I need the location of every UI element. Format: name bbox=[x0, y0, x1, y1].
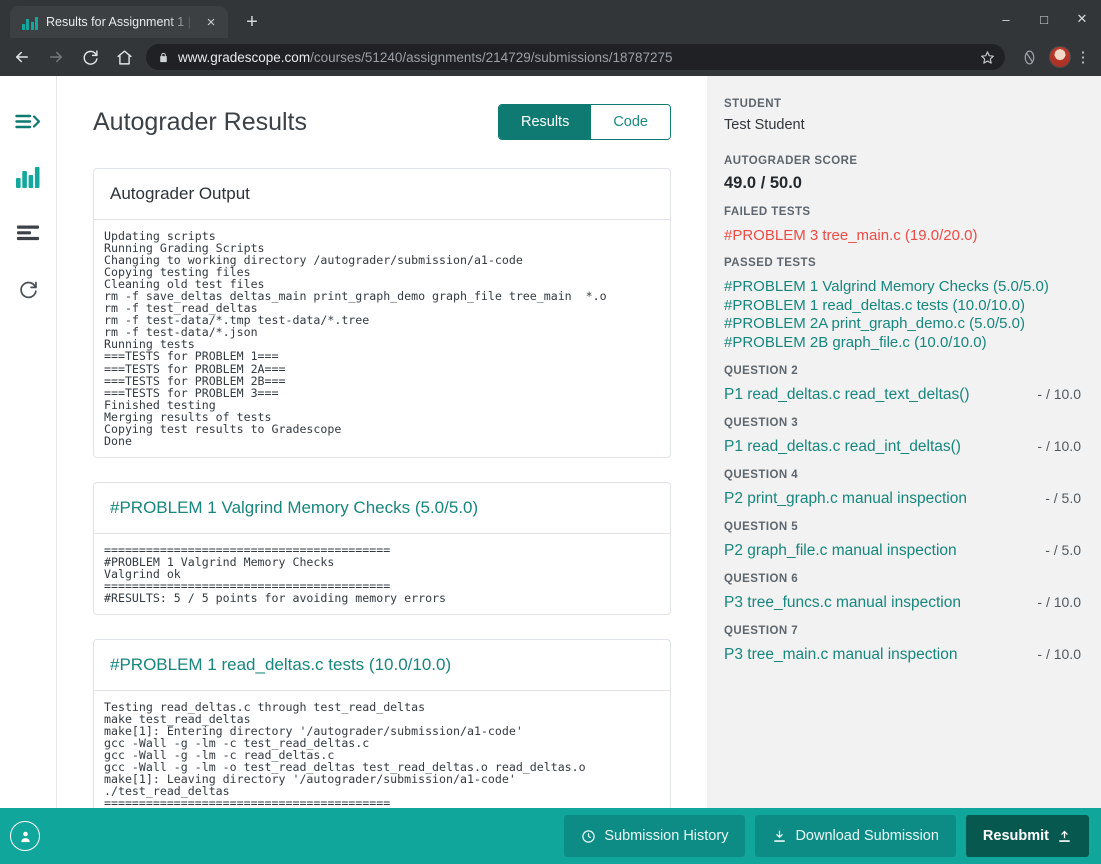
passed-test-item[interactable]: #PROBLEM 2A print_graph_demo.c (5.0/5.0) bbox=[724, 315, 1081, 334]
resubmit-label: Resubmit bbox=[982, 828, 1049, 844]
card-heading[interactable]: #PROBLEM 1 Valgrind Memory Checks (5.0/5… bbox=[94, 483, 670, 534]
question-name: P1 read_deltas.c read_int_deltas() bbox=[724, 438, 961, 455]
view-toggle: Results Code bbox=[497, 104, 671, 140]
question-row[interactable]: P1 read_deltas.c read_text_deltas() - / … bbox=[724, 386, 1081, 404]
window-maximize-button[interactable]: □ bbox=[1025, 0, 1063, 38]
gradescope-bars-icon bbox=[22, 14, 38, 30]
question-label: QUESTION 5 bbox=[724, 521, 799, 533]
autograder-score-value: 49.0 / 50.0 bbox=[724, 174, 802, 192]
main-column: Autograder Results Results Code Autograd… bbox=[57, 76, 707, 864]
content-area: Autograder Results Results Code Autograd… bbox=[57, 76, 1101, 864]
profile-avatar[interactable] bbox=[1049, 46, 1071, 68]
upload-icon bbox=[1057, 829, 1072, 844]
question-label: QUESTION 3 bbox=[724, 417, 799, 429]
back-icon[interactable] bbox=[6, 41, 38, 73]
autograder-output-card: Autograder Output Updating scripts Runni… bbox=[93, 168, 671, 458]
reload-icon[interactable] bbox=[74, 41, 106, 73]
question-label: QUESTION 6 bbox=[724, 573, 799, 585]
download-icon bbox=[772, 829, 787, 844]
address-bar[interactable]: www.gradescope.com/courses/51240/assignm… bbox=[146, 44, 1005, 70]
submission-sidebar: STUDENT Test Student AUTOGRADER SCORE 49… bbox=[707, 76, 1101, 864]
card-body: Updating scripts Running Grading Scripts… bbox=[94, 220, 670, 457]
url-origin: www.gradescope.com bbox=[178, 49, 311, 65]
card-body: ========================================… bbox=[94, 534, 670, 614]
url-path: /courses/51240/assignments/214729/submis… bbox=[310, 49, 673, 65]
lock-icon bbox=[158, 51, 169, 64]
question-points: - / 10.0 bbox=[1037, 438, 1081, 454]
question-name: P1 read_deltas.c read_text_deltas() bbox=[724, 386, 970, 403]
bottom-action-bar: Submission History Download Submission R… bbox=[0, 808, 1101, 864]
question-name: P2 graph_file.c manual inspection bbox=[724, 542, 957, 559]
student-label: STUDENT bbox=[724, 98, 782, 110]
passed-test-item[interactable]: #PROBLEM 1 Valgrind Memory Checks (5.0/5… bbox=[724, 278, 1081, 297]
window-close-button[interactable]: ✕ bbox=[1063, 0, 1101, 38]
question-row[interactable]: P2 print_graph.c manual inspection - / 5… bbox=[724, 490, 1081, 508]
terminal-output: Updating scripts Running Grading Scripts… bbox=[104, 229, 607, 448]
question-points: - / 5.0 bbox=[1045, 542, 1081, 558]
question-points: - / 10.0 bbox=[1037, 646, 1081, 662]
question-row[interactable]: P2 graph_file.c manual inspection - / 5.… bbox=[724, 542, 1081, 560]
clock-icon bbox=[581, 829, 596, 844]
refresh-icon[interactable] bbox=[11, 274, 45, 304]
bar-chart-icon[interactable] bbox=[11, 162, 45, 192]
passed-test-item[interactable]: #PROBLEM 1 read_deltas.c tests (10.0/10.… bbox=[724, 297, 1081, 316]
window-controls: – □ ✕ bbox=[987, 0, 1101, 38]
passed-tests-label: PASSED TESTS bbox=[724, 257, 817, 269]
student-name: Test Student bbox=[724, 117, 805, 133]
close-tab-icon[interactable]: × bbox=[202, 13, 220, 31]
tab-code[interactable]: Code bbox=[591, 105, 670, 139]
valgrind-test-card: #PROBLEM 1 Valgrind Memory Checks (5.0/5… bbox=[93, 481, 671, 616]
new-tab-button[interactable]: + bbox=[238, 8, 266, 36]
browser-chrome: Results for Assignment 1 | Gr × + – □ ✕ … bbox=[0, 0, 1101, 76]
passed-tests-list: #PROBLEM 1 Valgrind Memory Checks (5.0/5… bbox=[724, 278, 1081, 352]
question-points: - / 5.0 bbox=[1045, 490, 1081, 506]
submission-history-label: Submission History bbox=[604, 828, 729, 844]
failed-tests-label: FAILED TESTS bbox=[724, 206, 811, 218]
question-points: - / 10.0 bbox=[1037, 386, 1081, 402]
resubmit-button[interactable]: Resubmit bbox=[965, 815, 1089, 857]
passed-test-item[interactable]: #PROBLEM 2B graph_file.c (10.0/10.0) bbox=[724, 334, 1081, 353]
tab-strip: Results for Assignment 1 | Gr × + – □ ✕ bbox=[0, 0, 1101, 38]
question-name: P3 tree_funcs.c manual inspection bbox=[724, 594, 961, 611]
menu-expand-icon[interactable] bbox=[11, 106, 45, 136]
question-label: QUESTION 4 bbox=[724, 469, 799, 481]
url-text: www.gradescope.com/courses/51240/assignm… bbox=[178, 50, 971, 65]
question-name: P3 tree_main.c manual inspection bbox=[724, 646, 958, 663]
download-submission-button[interactable]: Download Submission bbox=[755, 815, 956, 857]
page-viewport: Autograder Results Results Code Autograd… bbox=[0, 76, 1101, 864]
submission-history-button[interactable]: Submission History bbox=[564, 815, 746, 857]
extension-icon[interactable] bbox=[1013, 41, 1045, 73]
forward-icon[interactable] bbox=[40, 41, 72, 73]
user-account-icon[interactable] bbox=[10, 821, 40, 851]
home-icon[interactable] bbox=[108, 41, 140, 73]
left-rail bbox=[0, 76, 57, 864]
autograder-score-label: AUTOGRADER SCORE bbox=[724, 155, 858, 167]
card-heading: Autograder Output bbox=[94, 169, 670, 220]
question-label: QUESTION 7 bbox=[724, 625, 799, 637]
question-label: QUESTION 2 bbox=[724, 365, 799, 377]
terminal-output: ========================================… bbox=[104, 542, 447, 606]
browser-toolbar: www.gradescope.com/courses/51240/assignm… bbox=[0, 38, 1101, 76]
tab-title: Results for Assignment 1 | Gr bbox=[46, 15, 194, 29]
question-name: P2 print_graph.c manual inspection bbox=[724, 490, 967, 507]
question-row[interactable]: P1 read_deltas.c read_int_deltas() - / 1… bbox=[724, 438, 1081, 456]
bookmark-star-icon[interactable] bbox=[980, 50, 995, 65]
list-lines-icon[interactable] bbox=[11, 218, 45, 248]
window-minimize-button[interactable]: – bbox=[987, 0, 1025, 38]
chrome-menu-icon[interactable]: ⋮ bbox=[1073, 48, 1093, 66]
card-heading[interactable]: #PROBLEM 1 read_deltas.c tests (10.0/10.… bbox=[94, 640, 670, 692]
failed-test-item[interactable]: #PROBLEM 3 tree_main.c (19.0/20.0) bbox=[724, 227, 1081, 244]
browser-tab[interactable]: Results for Assignment 1 | Gr × bbox=[10, 6, 228, 38]
download-submission-label: Download Submission bbox=[795, 828, 939, 844]
question-points: - / 10.0 bbox=[1037, 594, 1081, 610]
tab-results[interactable]: Results bbox=[498, 105, 592, 139]
question-row[interactable]: P3 tree_main.c manual inspection - / 10.… bbox=[724, 646, 1081, 664]
question-row[interactable]: P3 tree_funcs.c manual inspection - / 10… bbox=[724, 594, 1081, 612]
page-title: Autograder Results bbox=[93, 107, 308, 136]
main-header: Autograder Results Results Code bbox=[93, 104, 671, 140]
